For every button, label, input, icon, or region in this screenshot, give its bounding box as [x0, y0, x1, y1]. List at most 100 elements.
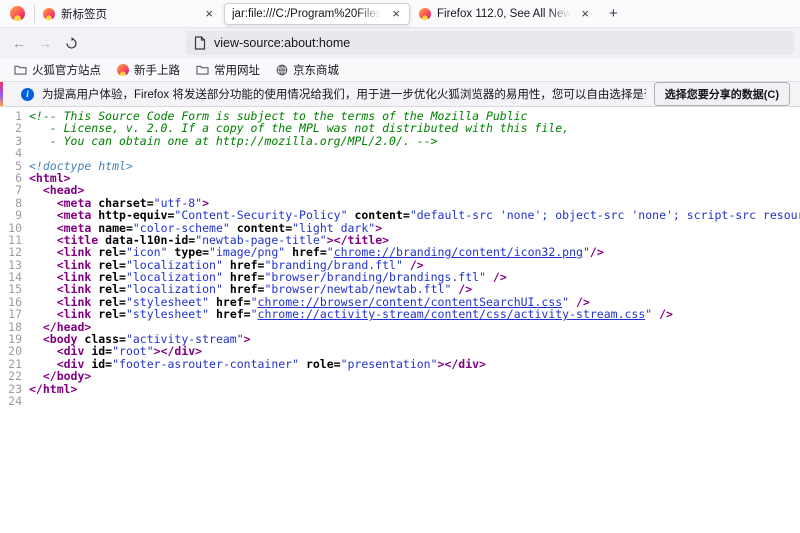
source-line: 3 - You can obtain one at http://mozilla…	[0, 135, 800, 147]
tab-jar-file-active[interactable]: jar:file:///C:/Program%20Files/M ×	[224, 3, 410, 25]
source-token: id=	[91, 345, 112, 357]
source-line: 6<html>	[0, 172, 800, 184]
source-link[interactable]: chrome://branding/content/icon32.png	[334, 246, 583, 258]
source-line: 21 <div id="footer-asrouter-container" r…	[0, 358, 800, 370]
globe-icon	[276, 64, 288, 76]
bookmark-getting-started[interactable]: 新手上路	[111, 60, 186, 80]
tab-firefox-whatsnew[interactable]: Firefox 112.0, See All New Fea ×	[412, 3, 598, 25]
source-token: "icon"	[126, 246, 168, 258]
source-token: rel=	[98, 246, 126, 258]
tab-separator	[34, 5, 35, 23]
source-line: 9 <meta http-equiv="Content-Security-Pol…	[0, 209, 800, 221]
source-line: 17 <link rel="stylesheet" href="chrome:/…	[0, 308, 800, 320]
source-token: <head>	[29, 184, 84, 196]
source-token: "	[327, 246, 334, 258]
source-token: type=	[168, 246, 210, 258]
forward-button[interactable]: →	[32, 36, 58, 50]
bookmark-folder-firefox-official[interactable]: 火狐官方站点	[8, 60, 107, 80]
source-token: />	[652, 308, 673, 320]
source-token: href=	[223, 283, 265, 295]
tab-title: jar:file:///C:/Program%20Files/M	[232, 8, 384, 20]
source-token: content=	[348, 209, 410, 221]
accent-stripe	[0, 82, 3, 106]
line-number: 20	[0, 345, 22, 357]
source-token: "	[251, 308, 258, 320]
source-token: "image/png"	[209, 246, 285, 258]
source-token: id=	[91, 358, 112, 370]
source-token: "	[583, 246, 590, 258]
line-number: 12	[0, 246, 22, 258]
info-icon: i	[21, 88, 34, 101]
line-number: 15	[0, 283, 22, 295]
reload-icon	[65, 37, 78, 50]
source-token: </body>	[29, 370, 91, 382]
folder-icon	[14, 64, 27, 75]
source-token: "Content-Security-Policy"	[174, 209, 347, 221]
line-number: 9	[0, 209, 22, 221]
close-icon[interactable]: ×	[390, 7, 402, 20]
firefox-logo-icon	[10, 6, 25, 21]
new-tab-button[interactable]: +	[599, 5, 628, 22]
firefox-favicon-icon	[419, 8, 431, 20]
choose-shared-data-button[interactable]: 选择您要分享的数据(C)	[654, 82, 790, 106]
source-link[interactable]: chrome://activity-stream/content/css/act…	[258, 308, 646, 320]
firefox-menu-button[interactable]	[0, 0, 34, 27]
tab-title: Firefox 112.0, See All New Fea	[437, 8, 573, 20]
navigation-bar: ← → view-source:about:home	[0, 28, 800, 58]
source-line: 23</html>	[0, 383, 800, 395]
source-token: />	[590, 246, 604, 258]
source-token: "root"	[112, 345, 154, 357]
close-icon[interactable]: ×	[579, 7, 591, 20]
reload-button[interactable]	[58, 37, 84, 50]
line-number: 2	[0, 122, 22, 134]
source-token: "browser/newtab/newtab.ftl"	[264, 283, 451, 295]
firefox-favicon-icon	[117, 64, 129, 76]
source-token: >	[244, 333, 251, 345]
source-token: href=	[209, 308, 251, 320]
source-token: </html>	[29, 383, 77, 395]
line-number: 24	[0, 395, 22, 407]
source-token: "footer-asrouter-container"	[112, 358, 299, 370]
source-token: http-equiv=	[98, 209, 174, 221]
source-token: <meta	[29, 209, 98, 221]
bookmark-label: 京东商城	[293, 62, 339, 78]
source-line: 2 - License, v. 2.0. If a copy of the MP…	[0, 122, 800, 134]
source-token: "default-src 'none'; object-src 'none'; …	[410, 209, 800, 221]
source-line: 24	[0, 395, 800, 407]
source-line: 20 <div id="root"></div>	[0, 345, 800, 357]
view-source-content: 1<!-- This Source Code Form is subject t…	[0, 107, 800, 533]
bookmark-label: 常用网址	[214, 62, 260, 78]
source-token: - You can obtain one at http://mozilla.o…	[29, 135, 438, 147]
close-icon[interactable]: ×	[203, 7, 215, 20]
folder-icon	[196, 64, 209, 75]
notification-message: 为提高用户体验，Firefox 将发送部分功能的使用情况给我们，用于进一步优化火…	[42, 86, 646, 102]
line-number: 22	[0, 370, 22, 382]
firefox-favicon-icon	[43, 8, 55, 20]
bookmarks-bar: 火狐官方站点 新手上路 常用网址 京东商城	[0, 58, 800, 81]
source-token: "stylesheet"	[126, 308, 209, 320]
bookmark-label: 火狐官方站点	[32, 62, 101, 78]
tab-bar: 新标签页 × jar:file:///C:/Program%20Files/M …	[0, 0, 800, 28]
source-token: ></div>	[438, 358, 486, 370]
tab-new-tab-page[interactable]: 新标签页 ×	[36, 3, 222, 25]
source-token: rel=	[98, 283, 126, 295]
source-line: 5<!doctype html>	[0, 160, 800, 172]
bookmark-jd-mall[interactable]: 京东商城	[270, 60, 345, 80]
source-token: "presentation"	[341, 358, 438, 370]
source-line: 7 <head>	[0, 184, 800, 196]
bookmark-folder-common-sites[interactable]: 常用网址	[190, 60, 266, 80]
line-number: 7	[0, 184, 22, 196]
source-token: <link	[29, 283, 98, 295]
back-button[interactable]: ←	[6, 36, 32, 50]
source-token: <link	[29, 308, 98, 320]
source-line: 12 <link rel="icon" type="image/png" hre…	[0, 246, 800, 258]
url-bar[interactable]: view-source:about:home	[186, 31, 794, 55]
source-token: "localization"	[126, 283, 223, 295]
source-token: href=	[285, 246, 327, 258]
source-token: ></div>	[154, 345, 202, 357]
tab-title: 新标签页	[61, 6, 197, 22]
source-token: <link	[29, 246, 98, 258]
source-token: />	[486, 271, 507, 283]
source-token: />	[451, 283, 472, 295]
notification-bar: i 为提高用户体验，Firefox 将发送部分功能的使用情况给我们，用于进一步优…	[0, 81, 800, 107]
